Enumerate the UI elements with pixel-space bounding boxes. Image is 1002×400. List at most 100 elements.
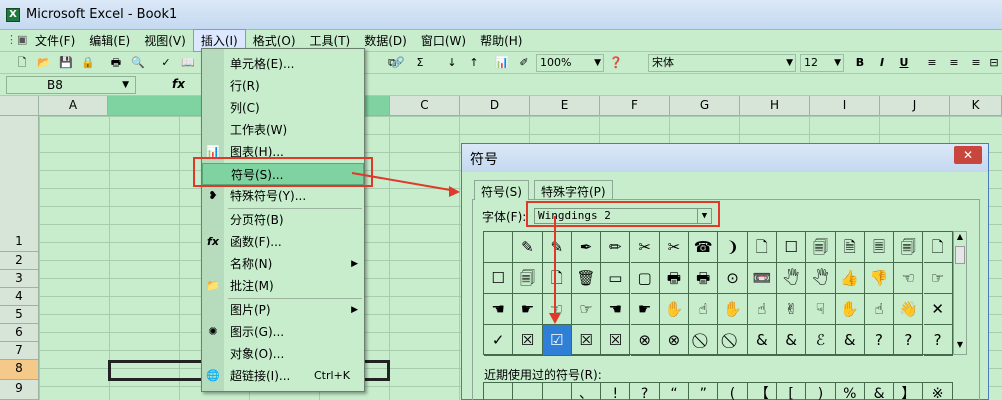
column-header[interactable]: J	[880, 96, 950, 116]
print-icon[interactable]: 🖶	[108, 55, 124, 71]
menu-window[interactable]: 窗口(W)	[414, 30, 473, 51]
recent-symbol-cell[interactable]: 、	[572, 383, 602, 400]
symbol-cell[interactable]: 🖑	[806, 263, 836, 294]
recent-symbol-cell[interactable]: ※	[924, 383, 953, 400]
sort-ascending-icon[interactable]: ↓	[444, 55, 460, 71]
symbol-cell[interactable]: ✎	[542, 232, 572, 263]
menu-item-picture[interactable]: 图片(P) ▶	[202, 299, 364, 321]
recent-symbol-cell[interactable]: 【	[748, 383, 777, 400]
recent-symbol-cell[interactable]: (	[718, 383, 748, 400]
recent-symbol-cell[interactable]	[513, 383, 543, 400]
autosum-icon[interactable]: Σ	[412, 55, 428, 71]
menu-item-page-break[interactable]: 分页符(B)	[202, 209, 364, 231]
symbol-cell[interactable]: 🖶	[659, 263, 690, 294]
row-header[interactable]: 1	[0, 116, 39, 252]
font-select[interactable]: 宋体 ▼	[648, 54, 796, 72]
open-icon[interactable]: 📂	[36, 55, 52, 71]
drawing-icon[interactable]: ✐	[516, 55, 532, 71]
row-header[interactable]: 6	[0, 324, 39, 342]
help-icon[interactable]: ❓	[608, 55, 624, 71]
symbol-cell[interactable]: ☒	[601, 325, 631, 356]
close-button[interactable]: ✕	[954, 146, 982, 164]
symbol-cell[interactable]: ?	[894, 325, 924, 356]
save-icon[interactable]: 💾	[58, 55, 74, 71]
symbol-cell[interactable]: ❩	[718, 232, 748, 263]
scroll-down-icon[interactable]: ▼	[954, 340, 966, 354]
symbol-cell[interactable]: 👋	[894, 294, 924, 325]
menu-item-hyperlink[interactable]: 🌐 超链接(I)... Ctrl+K	[202, 365, 364, 387]
row-header[interactable]: 8	[0, 360, 39, 380]
symbol-cell[interactable]: 🗑	[571, 263, 602, 294]
menu-edit[interactable]: 编辑(E)	[82, 30, 137, 51]
symbol-cell[interactable]: ☒	[513, 325, 543, 356]
symbol-cell[interactable]: ☑	[542, 325, 572, 356]
symbol-cell[interactable]: 🗋	[923, 232, 953, 263]
symbol-cell[interactable]: ✋	[835, 294, 865, 325]
recent-symbol-cell[interactable]	[484, 383, 514, 400]
recent-symbol-cell[interactable]: “	[660, 383, 690, 400]
symbol-cell[interactable]: ✏	[601, 232, 631, 263]
symbol-cell[interactable]: ☎	[689, 232, 719, 263]
tab-special-characters[interactable]: 特殊字符(P)	[534, 180, 613, 200]
recent-symbol-cell[interactable]: !	[601, 383, 631, 400]
research-icon[interactable]: 📖	[180, 55, 196, 71]
symbol-cell[interactable]: ℰ	[806, 325, 836, 356]
symbol-cell[interactable]: ☜	[542, 294, 572, 325]
symbol-cell[interactable]	[484, 232, 514, 263]
symbol-cell[interactable]: ☝	[747, 294, 777, 325]
symbol-cell[interactable]: ☛	[630, 294, 660, 325]
menu-item-object[interactable]: 对象(O)...	[202, 343, 364, 365]
symbol-cell[interactable]: ⊗	[630, 325, 660, 356]
symbol-cell[interactable]: ☐	[484, 263, 514, 294]
column-header[interactable]: A	[39, 96, 108, 116]
symbol-cell[interactable]: 🗐	[513, 263, 543, 294]
bold-button[interactable]: B	[852, 55, 868, 71]
menu-data[interactable]: 数据(D)	[357, 30, 414, 51]
menu-item-diagram[interactable]: ✺ 图示(G)...	[202, 321, 364, 343]
symbol-cell[interactable]: ▢	[630, 263, 660, 294]
recent-symbol-cell[interactable]: ?	[631, 383, 660, 400]
symbol-cell[interactable]: ☞	[923, 263, 953, 294]
symbol-cell[interactable]: 🗏	[864, 232, 895, 263]
scroll-up-icon[interactable]: ▲	[954, 232, 966, 246]
symbol-cell[interactable]: 🗋	[542, 263, 572, 294]
menu-view[interactable]: 视图(V)	[137, 30, 193, 51]
permission-icon[interactable]: 🔒	[80, 55, 96, 71]
recent-symbol-cell[interactable]	[543, 383, 572, 400]
symbol-cell[interactable]: 🗎	[835, 232, 865, 263]
symbol-cell[interactable]: 🖑	[777, 263, 807, 294]
menu-item-comment[interactable]: 📁 批注(M)	[202, 275, 364, 297]
merge-icon[interactable]: ⊟	[986, 55, 1002, 71]
symbol-cell[interactable]: ?	[923, 325, 953, 356]
symbol-cell[interactable]: ✕	[923, 294, 953, 325]
column-header[interactable]: G	[670, 96, 740, 116]
symbol-cell[interactable]: 👍	[835, 263, 865, 294]
symbol-cell[interactable]: ✋	[718, 294, 748, 325]
symbol-cell[interactable]: ✌	[777, 294, 807, 325]
row-header[interactable]: 9	[0, 380, 39, 400]
select-all-corner[interactable]	[0, 96, 39, 116]
row-header[interactable]: 3	[0, 270, 39, 288]
align-left-icon[interactable]: ≡	[924, 55, 940, 71]
column-header[interactable]: H	[740, 96, 810, 116]
align-right-icon[interactable]: ≡	[968, 55, 984, 71]
row-header[interactable]: 4	[0, 288, 39, 306]
recent-symbol-cell[interactable]: %	[836, 383, 865, 400]
symbol-cell[interactable]: ☐	[777, 232, 807, 263]
recent-symbol-cell[interactable]: )	[806, 383, 836, 400]
symbol-cell[interactable]: ☛	[513, 294, 543, 325]
symbol-cell[interactable]: ⃠	[718, 325, 748, 356]
symbol-cell[interactable]: 👎	[864, 263, 895, 294]
symbol-cell[interactable]: ▭	[601, 263, 631, 294]
symbol-cell[interactable]: ☟	[806, 294, 836, 325]
spelling-icon[interactable]: ✓	[158, 55, 174, 71]
symbol-cell[interactable]: ☒	[571, 325, 602, 356]
font-size-select[interactable]: 12 ▼	[800, 54, 844, 72]
new-icon[interactable]: 🗋	[14, 55, 30, 71]
recent-symbol-cell[interactable]: &	[865, 383, 895, 400]
menu-item-function[interactable]: fx 函数(F)...	[202, 231, 364, 253]
symbol-cell[interactable]: ?	[864, 325, 895, 356]
symbol-cell[interactable]: ✂	[659, 232, 690, 263]
column-header[interactable]: F	[600, 96, 670, 116]
symbol-cell[interactable]: 🖶	[689, 263, 719, 294]
